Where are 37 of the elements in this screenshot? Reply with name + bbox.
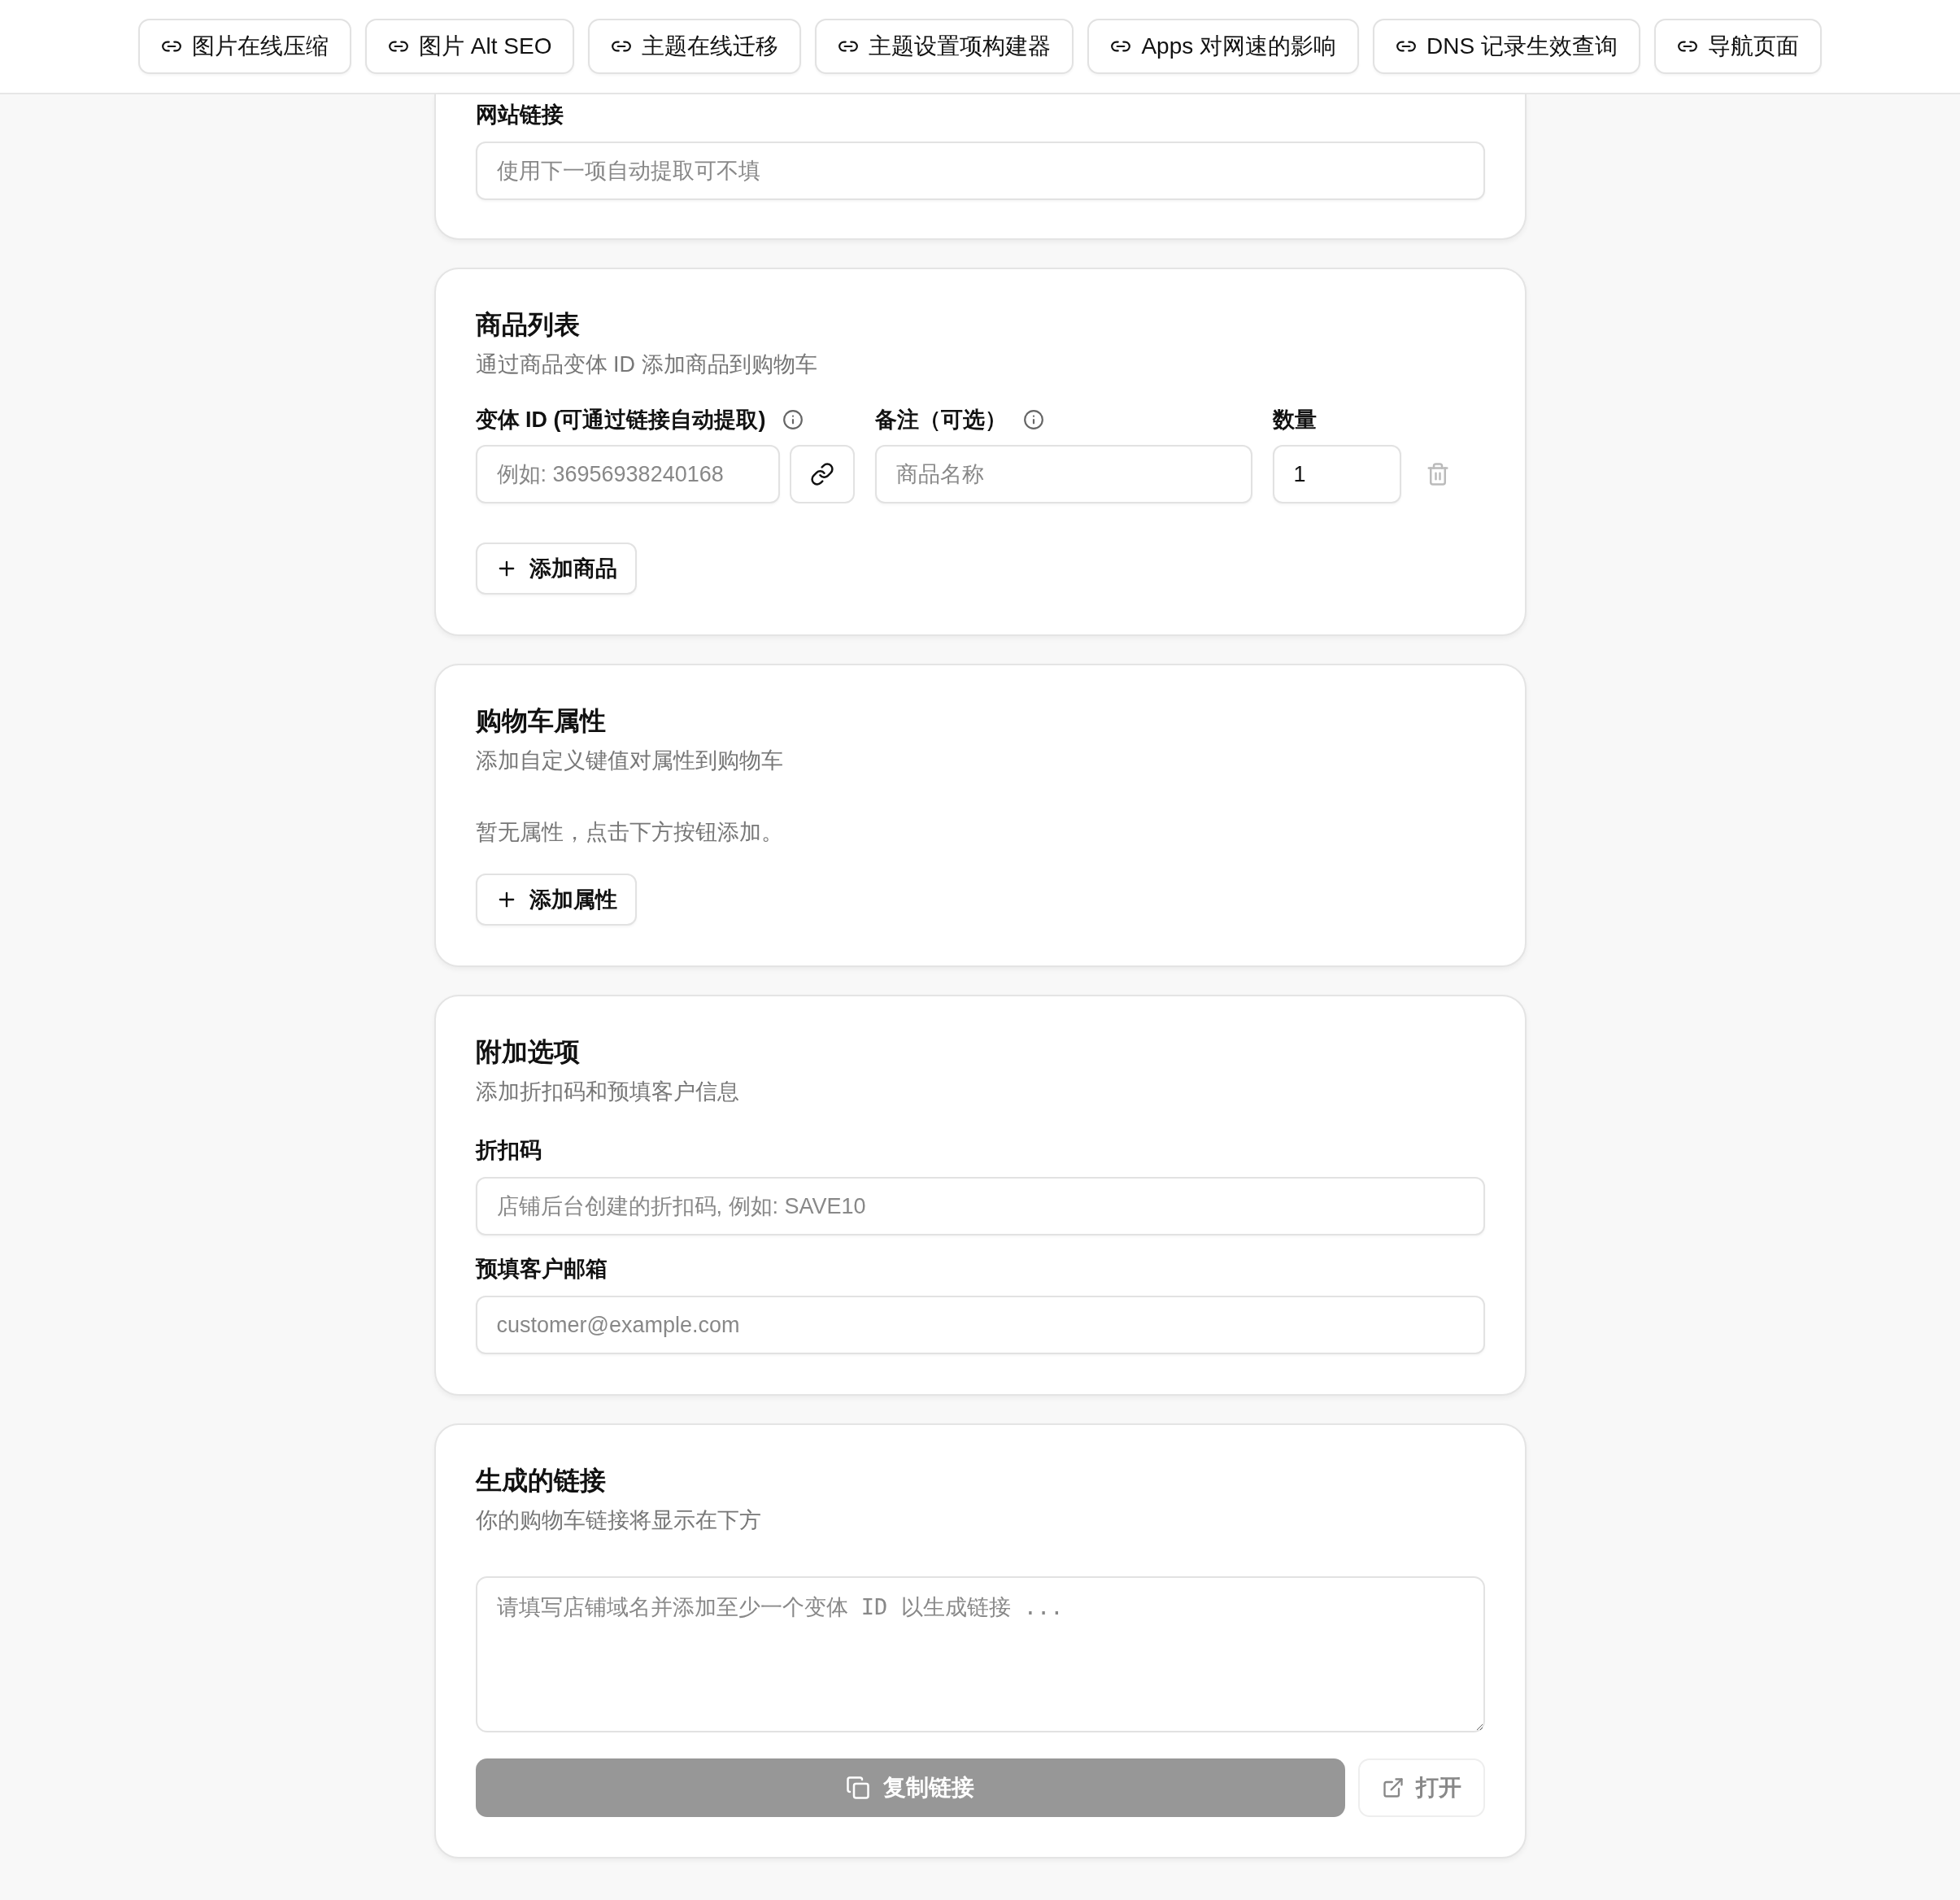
nav-link[interactable]: 主题设置项构建器 [815,19,1074,74]
input-field[interactable]: 例如: 36956938240168 [475,445,780,503]
external-link-icon [1381,1776,1405,1799]
info-icon[interactable] [782,409,804,430]
link-output-field[interactable]: 请填写店铺域名并添加至少一个变体 ID 以生成链接 ... [475,1576,1485,1732]
nav-link[interactable]: 导航页面 [1653,19,1822,74]
nav-link[interactable]: Apps 对网速的影响 [1087,19,1360,74]
section-title: 购物车属性 [475,705,607,737]
nav-link[interactable]: DNS 记录生效查询 [1373,19,1640,74]
column-label: 备注（可选） [874,407,1007,434]
quantity-field[interactable]: 1 [1272,445,1401,503]
field-label: 折扣码 [475,1137,542,1164]
section-subtitle: 添加自定义键值对属性到购物车 [475,747,784,774]
add-button[interactable]: 添加属性 [475,874,637,926]
link-button[interactable] [789,445,855,503]
add-button[interactable]: 添加商品 [475,543,637,595]
column-label: 数量 [1272,407,1317,434]
link-icon [809,462,834,486]
empty-text: 暂无属性，点击下方按钮添加。 [475,819,784,846]
nav-link[interactable]: 图片在线压缩 [138,19,352,74]
input-field[interactable]: 店铺后台创建的折扣码, 例如: SAVE10 [475,1177,1485,1235]
info-icon[interactable] [1022,409,1044,430]
section-subtitle: 通过商品变体 ID 添加商品到购物车 [475,351,818,378]
section-title: 商品列表 [475,309,581,341]
input-field[interactable]: 商品名称 [874,445,1252,503]
nav-link[interactable]: 图片 Alt SEO [365,19,575,74]
input-field[interactable]: 使用下一项自动提取可不填 [475,142,1485,200]
section-subtitle: 你的购物车链接将显示在下方 [475,1507,762,1534]
section-title: 附加选项 [475,1036,581,1068]
nav-link[interactable]: 主题在线迁移 [588,19,802,74]
copy-icon [846,1776,870,1800]
field-label: 网站链接 [475,102,564,129]
section-subtitle: 添加折扣码和预填客户信息 [475,1079,740,1105]
field-label: 预填客户邮箱 [475,1256,608,1283]
input-field[interactable]: customer@example.com [475,1296,1485,1354]
column-label: 变体 ID (可通过链接自动提取) [475,407,766,434]
section-title: 生成的链接 [475,1465,607,1497]
